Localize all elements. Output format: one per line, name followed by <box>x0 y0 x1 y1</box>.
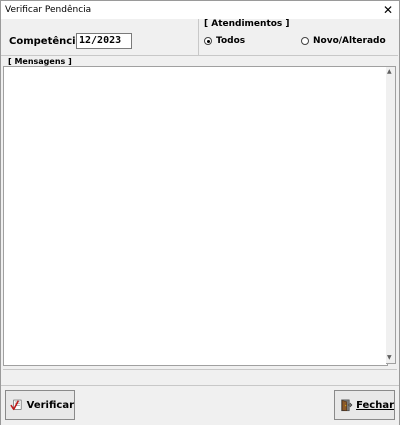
radio-todos-indicator[interactable] <box>204 37 212 45</box>
atendimentos-legend: [ Atendimentos ] <box>204 19 290 29</box>
scroll-down-arrow-icon[interactable]: ▼ <box>387 355 392 361</box>
window-title: Verificar Pendência <box>5 5 92 15</box>
competencia-label: Competência: <box>9 36 87 47</box>
status-strip <box>3 369 397 384</box>
verificar-button[interactable]: Verificar <box>5 390 75 420</box>
verificar-pendencia-window: Verificar Pendência ✕ Competência: [ Ate… <box>0 0 400 425</box>
fechar-button[interactable]: Fechar <box>334 390 395 420</box>
radio-todos-label[interactable]: Todos <box>216 36 245 46</box>
radio-todos[interactable]: Todos <box>204 36 245 46</box>
mensagens-textarea[interactable] <box>3 66 388 366</box>
mensagens-group: ▲ ▼ [ Mensagens ] <box>3 57 397 367</box>
radio-novo-alterado-label[interactable]: Novo/Alterado <box>313 36 386 46</box>
radio-novo-alterado[interactable]: Novo/Alterado <box>301 36 386 46</box>
verificar-button-label: Verificar <box>26 399 74 411</box>
check-document-icon <box>10 399 22 411</box>
door-exit-icon <box>341 399 353 412</box>
scroll-up-arrow-icon[interactable]: ▲ <box>387 69 392 75</box>
mensagens-scrollbar[interactable]: ▲ ▼ <box>386 66 396 364</box>
bottom-button-bar: Verificar Fechar <box>1 385 399 425</box>
fechar-button-label: Fechar <box>356 399 394 411</box>
title-bar: Verificar Pendência ✕ <box>1 1 399 19</box>
mensagens-legend: [ Mensagens ] <box>7 57 73 66</box>
competencia-input[interactable] <box>76 33 132 49</box>
atendimentos-group: [ Atendimentos ] Todos Novo/Alterado <box>198 19 398 55</box>
close-icon[interactable]: ✕ <box>377 1 399 19</box>
radio-novo-alterado-indicator[interactable] <box>301 37 309 45</box>
